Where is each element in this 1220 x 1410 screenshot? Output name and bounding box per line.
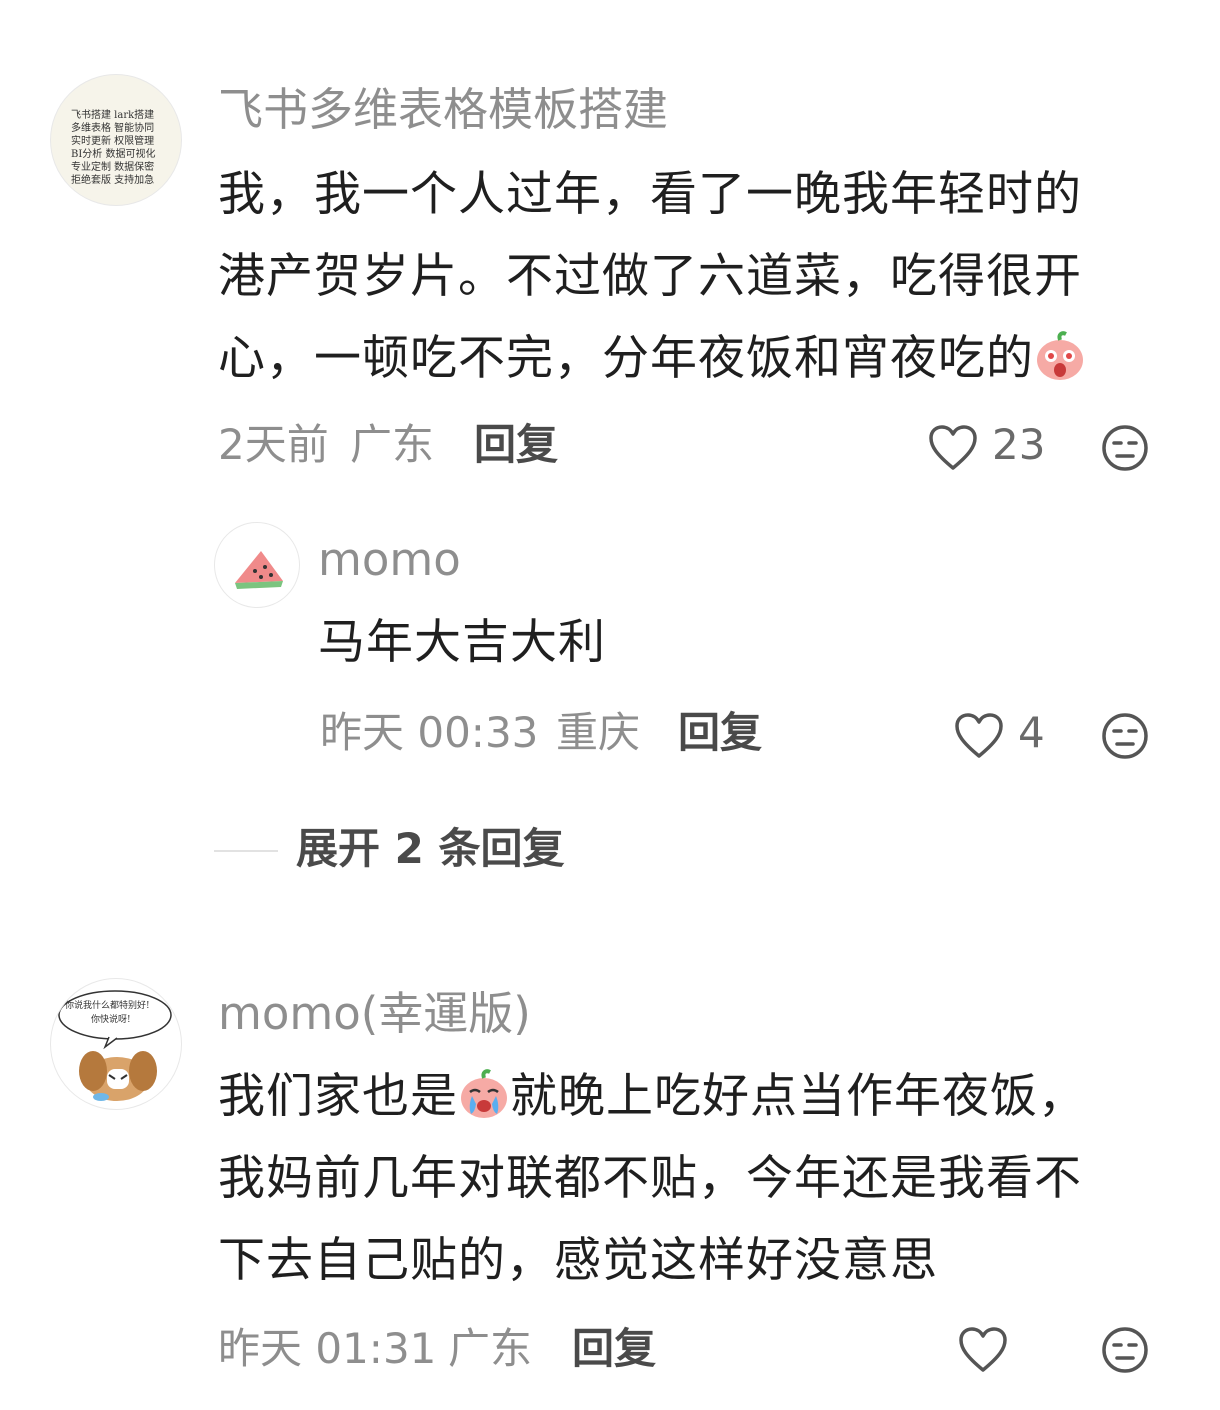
comment-text-line: 我妈前几年对联都不贴，今年还是我看不	[218, 1151, 1082, 1206]
avatar-text-line: 专业定制 数据保密	[71, 162, 155, 173]
surprised-peach-emoji-icon	[1037, 331, 1083, 380]
speech-bubble-icon	[58, 990, 172, 1101]
comment-text: 我们家也是 就晚上吃好点当作年夜饭， 我妈前几年对联都不贴，今年还是我看不 下去…	[218, 1056, 1188, 1302]
user-avatar[interactable]: 飞书搭建 lark搭建 多维表格 智能协同 实时更新 权限管理 BI分析 数据可…	[50, 74, 182, 206]
user-avatar[interactable]: 你说我什么都特别好! 你快说呀!	[50, 978, 182, 1110]
username[interactable]: momo	[318, 532, 461, 588]
expand-replies-button[interactable]: 展开 2 条回复	[296, 822, 564, 876]
avatar-text-line: BI分析 数据可视化	[71, 149, 156, 160]
comment-location: 重庆	[556, 708, 641, 757]
like-count: 4	[1018, 708, 1045, 757]
comment-time: 昨天 01:31	[218, 1324, 437, 1373]
avatar-text-line: 实时更新 权限管理	[71, 136, 155, 147]
comment-location: 广东	[350, 420, 435, 469]
bubble-text-line: 你快说呀!	[91, 1015, 131, 1025]
like-count: 23	[992, 420, 1046, 469]
heart-icon[interactable]	[958, 1326, 1008, 1374]
comment-location: 广东	[448, 1324, 533, 1373]
comment-time: 2天前	[218, 420, 329, 469]
avatar-text-line: 飞书搭建 lark搭建	[71, 110, 155, 121]
comment-text-line: 我们家也是 就晚上吃好点当作年夜饭，	[218, 1056, 1188, 1138]
avatar-text-line: 拒绝套版 支持加急	[71, 175, 155, 186]
neutral-face-icon[interactable]	[1100, 1325, 1150, 1375]
comment-text-line: 我，我一个人过年，看了一晚我年轻时的	[218, 167, 1082, 222]
crying-peach-emoji-icon	[461, 1069, 507, 1118]
comment-text-line: 心，一顿吃不完，分年夜饭和宵夜吃的	[218, 318, 1188, 400]
heart-icon[interactable]	[928, 424, 978, 472]
comment-text-segment: 就晚上吃好点当作年夜饭，	[510, 1069, 1086, 1124]
heart-icon[interactable]	[954, 712, 1004, 760]
avatar-text-line: 多维表格 智能协同	[71, 123, 155, 134]
comment-text: 我，我一个人过年，看了一晚我年轻时的 港产贺岁片。不过做了六道菜，吃得很开 心，…	[218, 154, 1188, 400]
reply-button[interactable]: 回复	[572, 1322, 656, 1376]
comment-text-segment: 心，一顿吃不完，分年夜饭和宵夜吃的	[218, 331, 1034, 386]
expand-divider	[214, 850, 278, 852]
username[interactable]: 飞书多维表格模板搭建	[218, 82, 668, 138]
watermelon-icon	[235, 551, 283, 589]
user-avatar[interactable]	[214, 522, 300, 608]
neutral-face-icon[interactable]	[1100, 423, 1150, 473]
comment-text-segment: 我们家也是	[218, 1069, 458, 1124]
comment-text-line: 下去自己贴的，感觉这样好没意思	[218, 1233, 938, 1288]
comment-time: 昨天 00:33	[320, 708, 539, 757]
comment-text: 马年大吉大利	[318, 615, 606, 670]
bubble-text-line: 你说我什么都特别好!	[65, 1001, 150, 1011]
username[interactable]: momo(幸運版)	[218, 986, 531, 1042]
neutral-face-icon[interactable]	[1100, 711, 1150, 761]
comment-text-line: 港产贺岁片。不过做了六道菜，吃得很开	[218, 249, 1082, 304]
reply-button[interactable]: 回复	[474, 418, 558, 472]
reply-button[interactable]: 回复	[678, 706, 762, 760]
